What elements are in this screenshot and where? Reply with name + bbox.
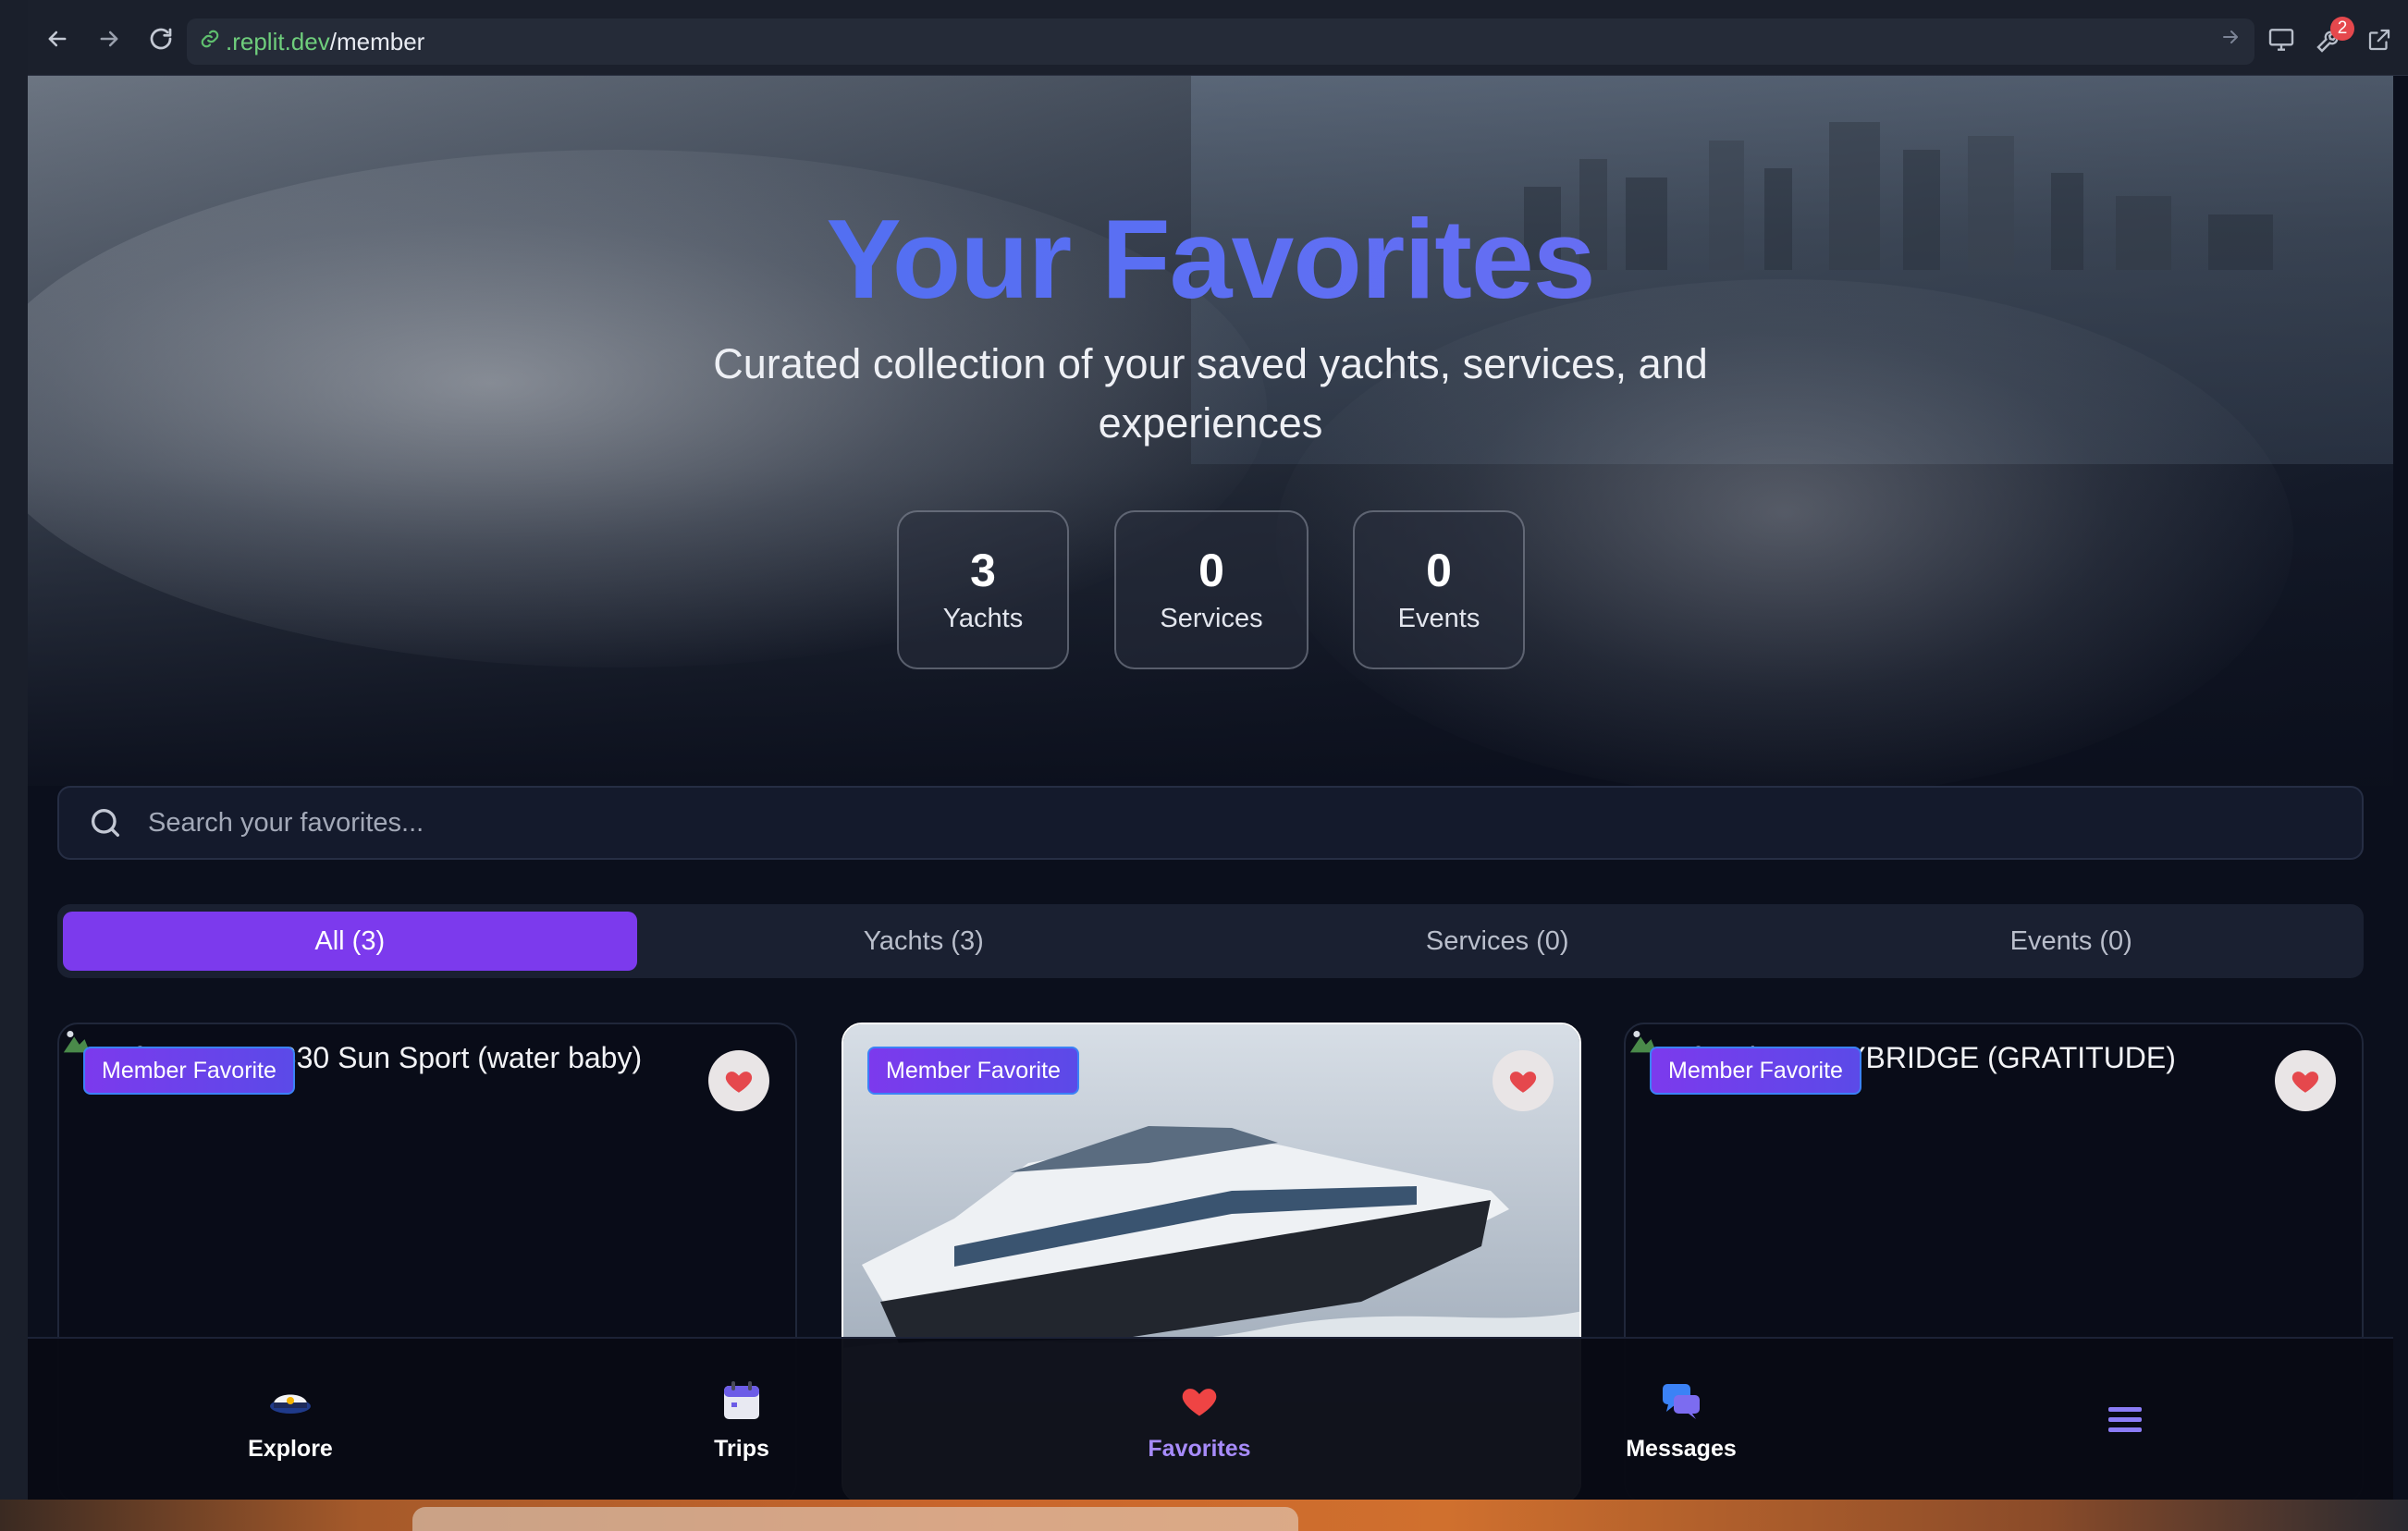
nav-label: Messages — [1626, 1435, 1737, 1462]
menu-button[interactable] — [2033, 1339, 2218, 1500]
heart-icon — [1177, 1378, 1222, 1423]
url-domain: .replit.dev — [226, 27, 330, 55]
calendar-icon — [719, 1378, 764, 1423]
filter-tabs: All (3) Yachts (3) Services (0) Events (… — [57, 904, 2364, 978]
menu-icon — [2103, 1398, 2147, 1442]
member-favorite-badge: Member Favorite — [83, 1047, 295, 1095]
tab-events[interactable]: Events (0) — [1785, 912, 2359, 971]
wrench-icon[interactable]: 2 — [2310, 17, 2354, 59]
nav-item-favorites[interactable]: Favorites — [1061, 1339, 1338, 1500]
captain-hat-icon — [268, 1378, 313, 1423]
stat-card-services: 0 Services — [1114, 510, 1308, 669]
stat-label: Events — [1397, 604, 1480, 633]
heart-icon — [725, 1072, 753, 1093]
stat-value: 0 — [1198, 545, 1224, 596]
tab-yachts[interactable]: Yachts (3) — [637, 912, 1211, 971]
search-input[interactable] — [148, 807, 2362, 839]
page-subtitle: Curated collection of your saved yachts,… — [713, 340, 1708, 447]
heart-icon — [2291, 1072, 2319, 1093]
nav-item-trips[interactable]: Trips — [603, 1339, 880, 1500]
macos-dock — [412, 1507, 1298, 1531]
stat-label: Yachts — [942, 604, 1024, 633]
stat-card-yachts: 3 Yachts — [897, 510, 1069, 669]
window-edge — [0, 0, 28, 1531]
member-favorite-badge: Member Favorite — [1650, 1047, 1861, 1095]
back-arrow-icon[interactable] — [39, 20, 76, 57]
nav-label: Favorites — [1148, 1435, 1251, 1462]
stats-row: 3 Yachts 0 Services 0 Events — [28, 510, 2393, 669]
nav-label: Trips — [714, 1435, 769, 1462]
heart-icon — [1509, 1072, 1537, 1093]
forward-arrow-icon[interactable] — [91, 20, 128, 57]
stat-value: 0 — [1426, 545, 1452, 596]
address-bar[interactable]: .replit.dev/member — [187, 18, 2254, 65]
monitor-icon[interactable] — [2262, 20, 2301, 59]
go-arrow-icon[interactable] — [2219, 26, 2242, 55]
member-favorite-badge: Member Favorite — [867, 1047, 1079, 1095]
search-icon — [87, 804, 124, 841]
browser-toolbar: .replit.dev/member 2 — [28, 0, 2408, 76]
page-title: Your Favorites — [28, 194, 2393, 324]
external-link-icon[interactable] — [2360, 20, 2399, 59]
chat-bubbles-icon — [1659, 1378, 1703, 1423]
stat-value: 3 — [970, 545, 996, 596]
bottom-nav: Explore Trips Favorites Messages — [28, 1337, 2393, 1500]
reload-icon[interactable] — [142, 20, 179, 57]
url-path: /member — [329, 27, 425, 55]
hero-section: Your Favorites Curated collection of you… — [28, 76, 2393, 786]
stat-label: Services — [1160, 604, 1263, 633]
nav-item-messages[interactable]: Messages — [1542, 1339, 1820, 1500]
nav-label: Explore — [248, 1435, 333, 1462]
tab-all[interactable]: All (3) — [63, 912, 637, 971]
unfavorite-button[interactable] — [708, 1050, 769, 1111]
nav-item-explore[interactable]: Explore — [152, 1339, 429, 1500]
unfavorite-button[interactable] — [1493, 1050, 1554, 1111]
stat-card-events: 0 Events — [1353, 510, 1525, 669]
link-icon — [200, 29, 220, 55]
search-bar — [57, 786, 2364, 860]
page-viewport: Your Favorites Curated collection of you… — [28, 76, 2393, 1500]
notification-badge: 2 — [2330, 17, 2354, 41]
tab-services[interactable]: Services (0) — [1210, 912, 1785, 971]
unfavorite-button[interactable] — [2275, 1050, 2336, 1111]
